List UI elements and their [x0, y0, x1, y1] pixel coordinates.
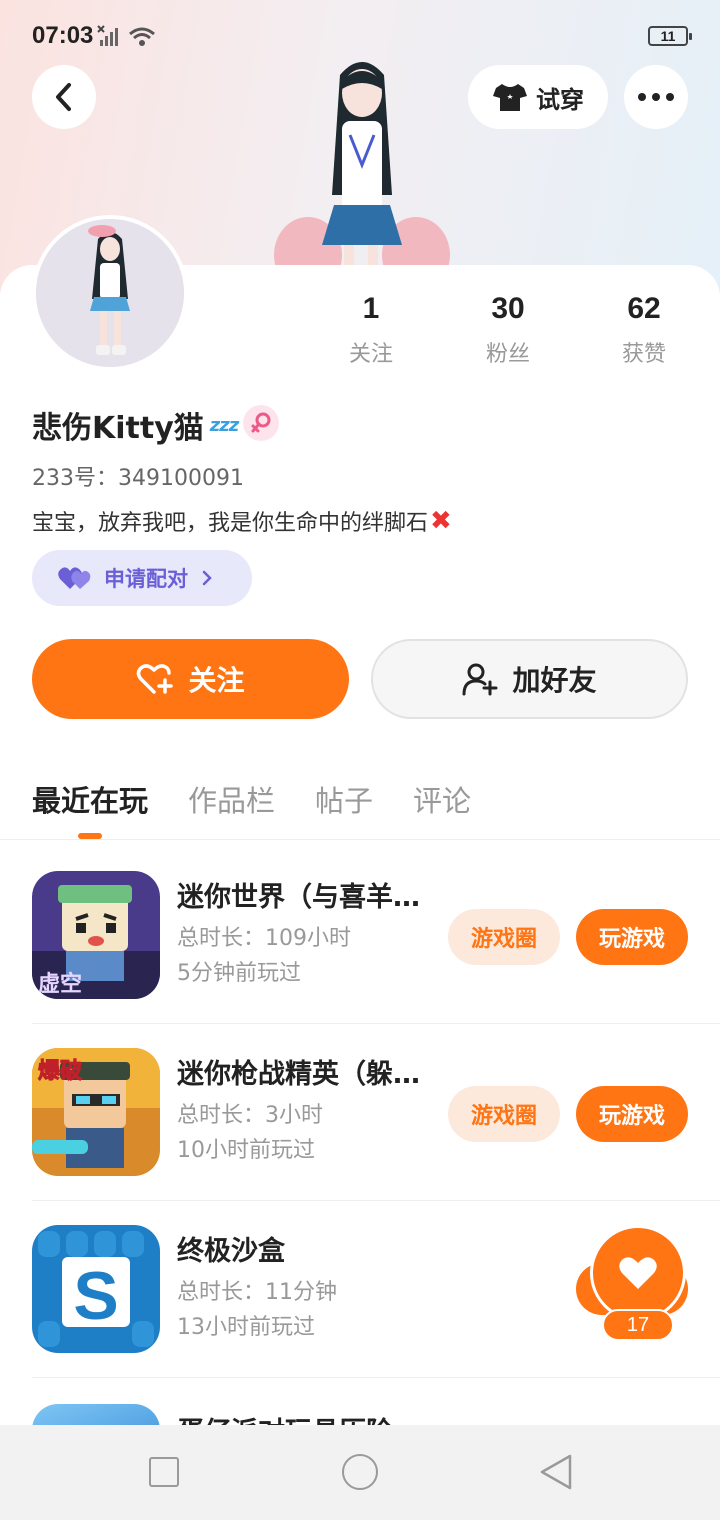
try-on-button[interactable]: 试穿 — [468, 65, 608, 129]
username: 悲伤Kitty猫 zzz — [32, 403, 239, 447]
follow-button[interactable]: 关注 — [32, 639, 349, 719]
back-icon — [56, 83, 71, 111]
more-icon — [638, 93, 674, 101]
heart-plus-icon — [137, 664, 174, 694]
user-bio: 宝宝，放弃我吧，我是你生命中的绊脚石 ✖ — [32, 505, 452, 537]
stat-value: 30 — [491, 292, 525, 325]
game-last-played: 13小时前玩过 — [177, 1315, 315, 1340]
signal-wifi-icon — [97, 25, 155, 46]
game-row[interactable]: 蛋仔派对玩具历险 — [32, 1380, 720, 1425]
battery-icon: 11 — [648, 26, 692, 46]
avatar[interactable] — [32, 215, 188, 371]
game-total-time: 总时长：109小时 — [177, 926, 351, 951]
game-last-played: 5分钟前玩过 — [177, 961, 301, 986]
stat-followers[interactable]: 30 粉丝 — [448, 292, 568, 368]
game-row[interactable]: 爆破 迷你枪战精英（躲… 总时长：3小时 10小时前玩过 游戏圈 玩游戏 — [32, 1024, 720, 1201]
username-text: 悲伤Kitty猫 — [32, 411, 204, 446]
game-icon[interactable]: S — [32, 1225, 160, 1353]
game-name: 终极沙盒 — [177, 1236, 285, 1267]
home-icon[interactable] — [342, 1454, 378, 1490]
add-friend-label: 加好友 — [512, 664, 597, 697]
game-total-time: 总时长：11分钟 — [177, 1280, 337, 1305]
add-friend-button[interactable]: 加好友 — [371, 639, 688, 719]
game-icon[interactable]: 虚空 — [32, 871, 160, 999]
add-user-icon — [462, 663, 498, 696]
character-avatar-image — [274, 62, 450, 270]
game-row[interactable]: 虚空 迷你世界（与喜羊… 总时长：109小时 5分钟前玩过 游戏圈 玩游戏 — [32, 847, 720, 1024]
floating-like-button[interactable]: 17 — [576, 1225, 688, 1345]
game-last-played: 10小时前玩过 — [177, 1138, 315, 1163]
cross-mark-emoji-icon: ✖ — [430, 506, 452, 536]
tab-comments[interactable]: 评论 — [413, 778, 471, 820]
game-circle-button[interactable]: 游戏圈 — [448, 909, 560, 965]
nav-back-icon[interactable] — [538, 1453, 574, 1491]
game-icon-label: 爆破 — [38, 1058, 82, 1084]
tshirt-icon — [493, 84, 527, 111]
stat-following[interactable]: 1 关注 — [311, 292, 431, 368]
heart-icon — [619, 1257, 657, 1289]
play-game-button[interactable]: 玩游戏 — [576, 1086, 688, 1142]
apply-pair-label: 申请配对 — [104, 567, 188, 591]
status-time: 07:03 — [32, 22, 94, 49]
game-icon[interactable] — [32, 1404, 160, 1425]
game-total-time: 总时长：3小时 — [177, 1103, 323, 1128]
apply-pair-button[interactable]: 申请配对 — [32, 550, 252, 606]
stat-value: 62 — [627, 292, 661, 325]
back-button[interactable] — [32, 65, 96, 129]
profile-tabs: 最近在玩 作品栏 帖子 评论 — [0, 770, 720, 840]
stat-label: 粉丝 — [485, 342, 530, 367]
stat-likes[interactable]: 62 获赞 — [584, 292, 704, 368]
bio-text: 宝宝，放弃我吧，我是你生命中的绊脚石 — [32, 511, 429, 536]
like-count: 17 — [602, 1309, 674, 1341]
user-id: 233号：349100091 — [32, 466, 244, 491]
follow-label: 关注 — [188, 664, 245, 697]
recent-apps-icon[interactable] — [149, 1457, 179, 1487]
stat-label: 获赞 — [621, 342, 666, 367]
female-gender-icon — [243, 405, 279, 441]
stat-label: 关注 — [348, 342, 393, 367]
chevron-right-icon — [202, 570, 212, 586]
like-circle[interactable] — [590, 1225, 686, 1321]
stat-value: 1 — [362, 292, 380, 325]
sleep-emoji-icon: zzz — [209, 414, 239, 436]
game-circle-button[interactable]: 游戏圈 — [448, 1086, 560, 1142]
system-nav-bar — [0, 1425, 720, 1520]
tab-posts[interactable]: 帖子 — [315, 778, 373, 820]
game-name: 蛋仔派对玩具历险 — [177, 1410, 393, 1425]
game-icon[interactable]: 爆破 — [32, 1048, 160, 1176]
tab-works[interactable]: 作品栏 — [188, 778, 275, 820]
game-name: 迷你世界（与喜羊… — [177, 882, 420, 913]
game-icon-label: S — [73, 1258, 118, 1334]
try-on-label: 试穿 — [536, 85, 584, 114]
game-icon-label: 虚空 — [38, 971, 82, 997]
tab-recently-played[interactable]: 最近在玩 — [32, 778, 148, 820]
game-name: 迷你枪战精英（躲… — [177, 1059, 420, 1090]
double-heart-icon — [58, 567, 91, 589]
avatar-image — [36, 219, 184, 367]
play-game-button[interactable]: 玩游戏 — [576, 909, 688, 965]
more-button[interactable] — [624, 65, 688, 129]
active-tab-indicator — [78, 833, 102, 839]
